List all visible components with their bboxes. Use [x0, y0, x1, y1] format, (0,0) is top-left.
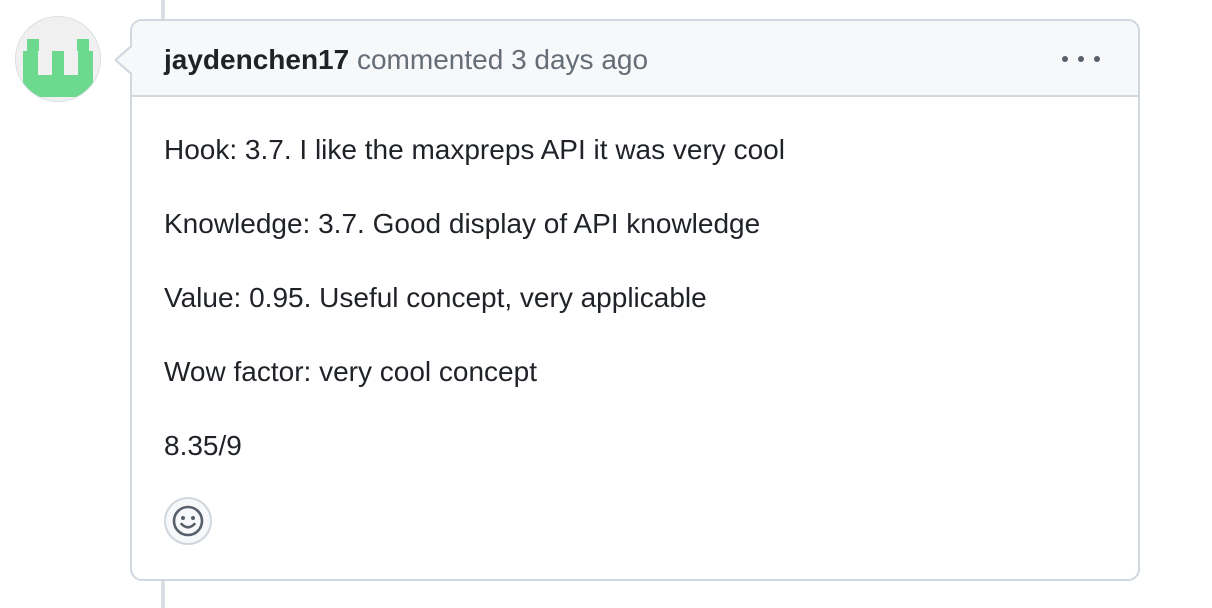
avatar[interactable]: [16, 17, 100, 101]
comment-timestamp[interactable]: 3 days ago: [511, 44, 648, 75]
comment-caret: [117, 46, 133, 74]
comment-line-score: 8.35/9: [164, 430, 242, 461]
kebab-dot: [1078, 56, 1084, 62]
comment-options-button[interactable]: [1062, 45, 1100, 73]
comment-line-value: Value: 0.95. Useful concept, very applic…: [164, 282, 707, 313]
author-link[interactable]: jaydenchen17: [164, 44, 349, 75]
kebab-dot: [1062, 56, 1068, 62]
comment-line-knowledge: Knowledge: 3.7. Good display of API know…: [164, 208, 761, 239]
comment-action: commented: [356, 44, 504, 75]
comment-line-wow-factor: Wow factor: very cool concept: [164, 356, 537, 387]
identicon-avatar-icon: [16, 17, 100, 101]
kebab-dot: [1094, 56, 1100, 62]
comment-header: jaydenchen17 commented 3 days ago: [132, 21, 1138, 97]
smiley-icon: [172, 505, 204, 537]
comment-line-hook: Hook: 3.7. I like the maxpreps API it wa…: [164, 134, 785, 165]
add-reaction-button[interactable]: [164, 497, 212, 545]
comment-header-text: jaydenchen17 commented 3 days ago: [164, 43, 648, 77]
comment-body: Hook: 3.7. I like the maxpreps API it wa…: [164, 133, 785, 503]
comment-box: jaydenchen17 commented 3 days ago Hook: …: [130, 19, 1140, 581]
